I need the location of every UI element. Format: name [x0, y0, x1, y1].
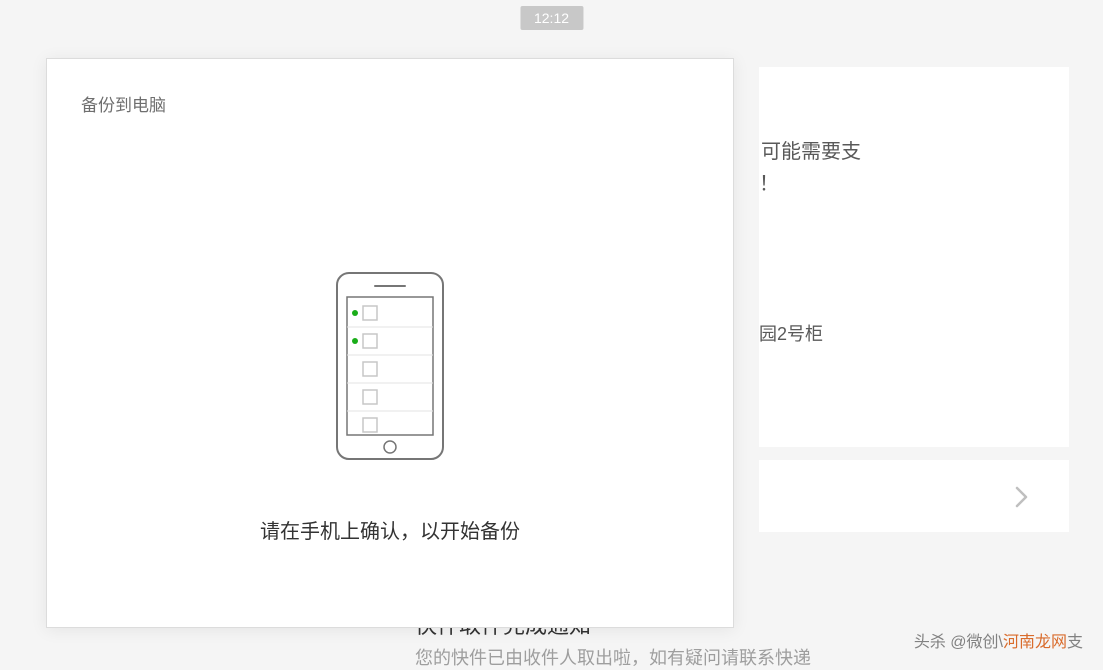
watermark-prefix: 头杀 @微创\ — [914, 634, 1003, 651]
phone-illustration-icon — [335, 271, 445, 466]
dialog-title: 备份到电脑 — [81, 91, 166, 116]
background-message-card-2[interactable] — [759, 460, 1069, 532]
watermark-highlight: 河南龙网 — [1003, 634, 1067, 651]
backup-dialog: 备份到电脑 请在手机上确认，以开始备份 — [46, 58, 734, 628]
watermark-text: 头杀 @微创\河南龙网支 — [914, 628, 1083, 652]
dialog-instruction-text: 请在手机上确认，以开始备份 — [47, 515, 733, 544]
background-notification-subtitle: 您的快件已由收件人取出啦，如有疑问请联系快递 — [415, 644, 811, 670]
bg-text-line: 可能需要支 — [761, 135, 861, 169]
watermark-suffix: 支 — [1067, 634, 1083, 651]
bg-text-line: ！ — [759, 167, 779, 201]
background-message-card-1: 可能需要支 ！ 园2号柜 — [759, 67, 1069, 447]
timestamp-badge: 12:12 — [520, 6, 583, 30]
bg-text-line: 园2号柜 — [759, 317, 823, 351]
chevron-right-icon — [1015, 486, 1029, 508]
